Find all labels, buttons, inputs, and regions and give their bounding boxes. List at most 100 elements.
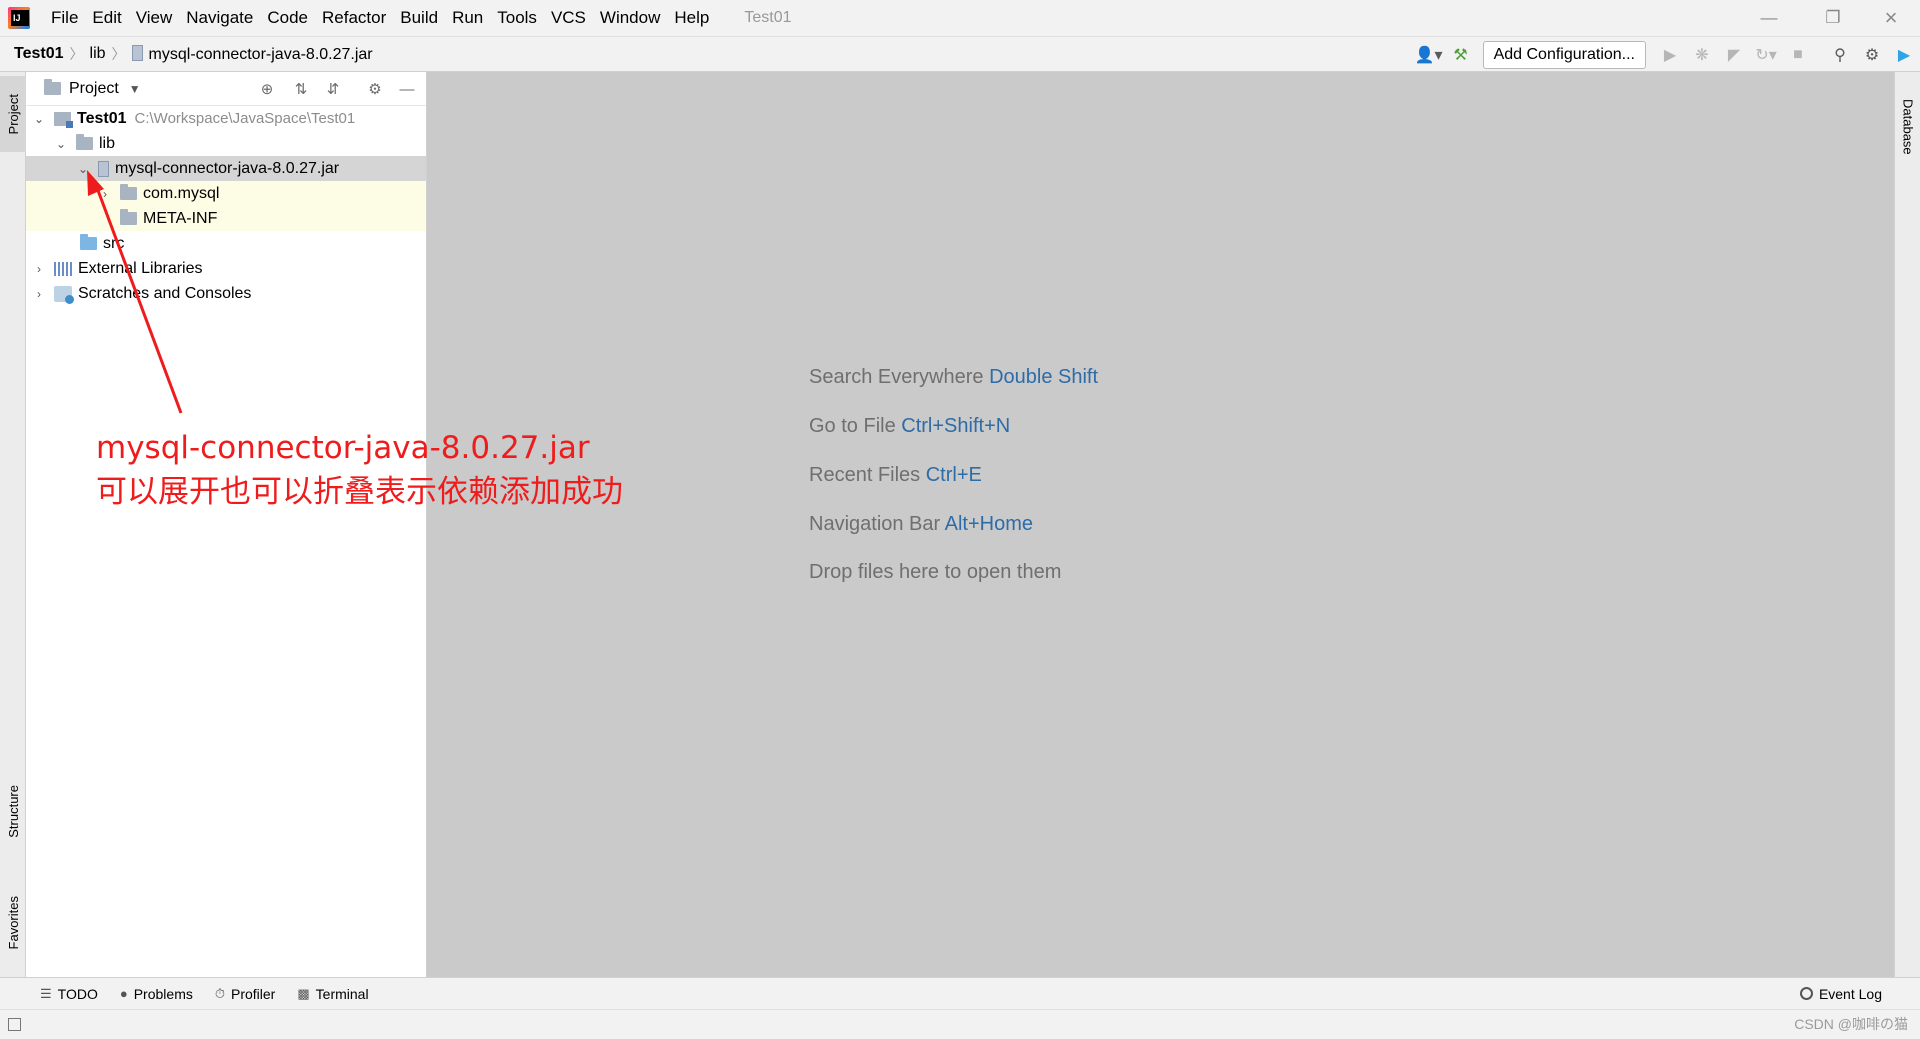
collapse-all-icon[interactable]: ⇵ bbox=[320, 76, 346, 102]
tool-tab-problems-label: Problems bbox=[133, 985, 193, 1002]
breadcrumb-lib[interactable]: lib bbox=[84, 45, 112, 63]
hint-text: Drop files here to open them bbox=[809, 561, 1062, 583]
tree-label-scratches: Scratches and Consoles bbox=[78, 284, 252, 302]
tree-node-test01[interactable]: ⌄ Test01 C:\Workspace\JavaSpace\Test01 bbox=[26, 106, 426, 131]
project-tool-window: Project ▼ ⊕ ⇅ ⇵ ⚙ — ⌄ Test01 C:\Workspac… bbox=[26, 72, 427, 977]
locate-file-icon[interactable]: ⊕ bbox=[254, 76, 280, 102]
coverage-icon[interactable]: ◤ bbox=[1720, 41, 1748, 69]
chevron-right-icon[interactable]: › bbox=[98, 187, 112, 201]
menu-refactor[interactable]: Refactor bbox=[315, 8, 393, 28]
libraries-icon bbox=[54, 261, 72, 276]
tree-label-lib: lib bbox=[99, 134, 116, 152]
tree-label-meta-inf: META-INF bbox=[143, 209, 218, 227]
jar-icon bbox=[131, 44, 143, 61]
breadcrumb-jar[interactable]: mysql-connector-java-8.0.27.jar bbox=[126, 44, 379, 64]
tree-node-src[interactable]: src bbox=[26, 231, 426, 256]
menu-help[interactable]: Help bbox=[667, 8, 716, 28]
hint-shortcut: Alt+Home bbox=[944, 513, 1034, 535]
tree-label-com-mysql: com.mysql bbox=[143, 184, 220, 202]
folder-icon bbox=[120, 209, 137, 225]
terminal-icon: ▩ bbox=[297, 985, 310, 1001]
problems-icon: ● bbox=[119, 986, 128, 1001]
tool-tab-terminal[interactable]: ▩ Terminal bbox=[297, 986, 368, 1002]
toggle-tool-windows-icon[interactable] bbox=[8, 1018, 21, 1031]
tool-tab-problems[interactable]: ● Problems bbox=[120, 986, 193, 1002]
build-hammer-icon[interactable]: ⚒ bbox=[1447, 41, 1475, 69]
tree-node-scratches[interactable]: › Scratches and Consoles bbox=[26, 281, 426, 306]
jar-icon bbox=[98, 160, 109, 177]
chevron-down-icon[interactable]: ▼ bbox=[129, 82, 141, 96]
tool-tab-favorites[interactable]: Favorites bbox=[0, 878, 26, 968]
tool-tab-todo[interactable]: ☰ TODO bbox=[40, 986, 98, 1002]
search-icon[interactable]: ⚲ bbox=[1826, 41, 1854, 69]
code-with-me-icon[interactable]: ▶ bbox=[1890, 41, 1918, 69]
event-log-icon bbox=[1799, 987, 1813, 1000]
package-folder-icon bbox=[120, 184, 137, 200]
user-account-icon[interactable]: 👤▾ bbox=[1415, 41, 1443, 69]
tool-tab-terminal-label: Terminal bbox=[315, 985, 369, 1002]
breadcrumb-separator-icon: 〉 bbox=[69, 46, 84, 62]
panel-settings-gear-icon[interactable]: ⚙ bbox=[362, 76, 388, 102]
run-icon[interactable]: ▶ bbox=[1656, 41, 1684, 69]
menu-navigate[interactable]: Navigate bbox=[179, 8, 260, 28]
tree-node-meta-inf[interactable]: META-INF bbox=[26, 206, 426, 231]
stop-icon[interactable]: ■ bbox=[1784, 41, 1812, 69]
tree-node-jar[interactable]: ⌄ mysql-connector-java-8.0.27.jar bbox=[26, 156, 426, 181]
menu-window[interactable]: Window bbox=[593, 8, 667, 28]
hint-text: Navigation Bar bbox=[809, 513, 941, 535]
tree-label-src: src bbox=[103, 234, 125, 252]
menu-view[interactable]: View bbox=[129, 8, 180, 28]
expand-all-icon[interactable]: ⇅ bbox=[288, 76, 314, 102]
chevron-down-icon[interactable]: ⌄ bbox=[32, 112, 46, 126]
restore-button[interactable]: ❐ bbox=[1810, 0, 1856, 36]
profile-icon[interactable]: ↻▾ bbox=[1752, 41, 1780, 69]
tool-tab-database[interactable]: Database bbox=[1895, 82, 1920, 172]
tree-node-com-mysql[interactable]: › com.mysql bbox=[26, 181, 426, 206]
breadcrumb-jar-label: mysql-connector-java-8.0.27.jar bbox=[148, 45, 373, 63]
minimize-button[interactable]: — bbox=[1746, 0, 1792, 36]
hint-search-everywhere: Search Everywhere Double Shift bbox=[809, 366, 1098, 389]
tool-tab-event-log[interactable]: Event Log bbox=[1799, 978, 1882, 1009]
tree-node-lib[interactable]: ⌄ lib bbox=[26, 131, 426, 156]
right-tool-strip: Database bbox=[1894, 72, 1920, 977]
hint-recent-files: Recent Files Ctrl+E bbox=[809, 464, 982, 487]
menu-file[interactable]: File bbox=[44, 8, 85, 28]
intellij-logo-icon bbox=[8, 7, 30, 29]
tool-tab-project[interactable]: Project bbox=[0, 76, 26, 152]
menu-build[interactable]: Build bbox=[393, 8, 445, 28]
chevron-down-icon[interactable]: ⌄ bbox=[54, 137, 68, 151]
scratches-icon bbox=[54, 285, 74, 304]
editor-empty-area[interactable]: Search Everywhere Double Shift Go to Fil… bbox=[427, 72, 1894, 977]
tree-label-jar: mysql-connector-java-8.0.27.jar bbox=[115, 159, 340, 177]
chevron-down-icon[interactable]: ⌄ bbox=[76, 162, 90, 176]
tree-label-external-libraries: External Libraries bbox=[78, 259, 203, 277]
chevron-right-icon[interactable]: › bbox=[32, 262, 46, 276]
tool-tab-favorites-label: Favorites bbox=[5, 896, 21, 950]
menu-run[interactable]: Run bbox=[445, 8, 490, 28]
hide-panel-icon[interactable]: — bbox=[394, 76, 420, 102]
menu-tools[interactable]: Tools bbox=[490, 8, 544, 28]
tree-node-external-libraries[interactable]: › External Libraries bbox=[26, 256, 426, 281]
chevron-right-icon[interactable]: › bbox=[32, 287, 46, 301]
left-tool-strip: Project Structure Favorites bbox=[0, 72, 26, 977]
folder-icon bbox=[76, 134, 93, 150]
hint-shortcut: Double Shift bbox=[989, 366, 1099, 388]
tool-tab-todo-label: TODO bbox=[57, 985, 98, 1002]
tool-tab-structure[interactable]: Structure bbox=[0, 770, 26, 852]
menu-vcs[interactable]: VCS bbox=[544, 8, 593, 28]
navigation-bar: Test01 〉 lib 〉 mysql-connector-java-8.0.… bbox=[0, 36, 1920, 72]
menu-code[interactable]: Code bbox=[260, 8, 315, 28]
watermark: CSDN @咖啡の猫 bbox=[1794, 1016, 1908, 1032]
hint-navigation-bar: Navigation Bar Alt+Home bbox=[809, 513, 1033, 536]
close-window-button[interactable]: × bbox=[1868, 0, 1914, 36]
tool-tab-profiler[interactable]: ⏱ Profiler bbox=[215, 986, 276, 1002]
add-configuration-button[interactable]: Add Configuration... bbox=[1482, 40, 1646, 69]
annotation-text: mysql-connector-java-8.0.27.jar 可以展开也可以折… bbox=[96, 426, 623, 514]
settings-gear-icon[interactable]: ⚙ bbox=[1858, 41, 1886, 69]
menu-edit[interactable]: Edit bbox=[85, 8, 128, 28]
source-folder-icon bbox=[80, 234, 97, 250]
tool-tab-profiler-label: Profiler bbox=[231, 985, 276, 1002]
breadcrumb-project[interactable]: Test01 bbox=[0, 45, 70, 63]
debug-icon[interactable]: ❋ bbox=[1688, 41, 1716, 69]
project-view-selector[interactable]: Project bbox=[69, 80, 119, 98]
